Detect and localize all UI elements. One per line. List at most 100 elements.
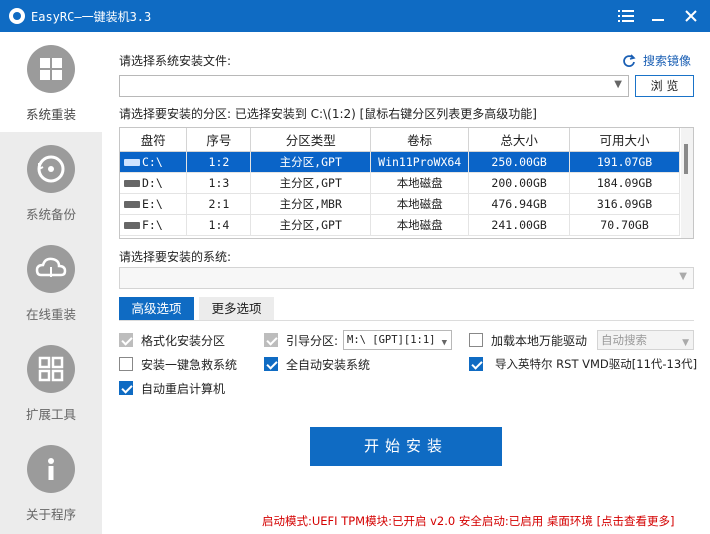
drive-icon (124, 158, 140, 166)
drive-icon (124, 221, 140, 229)
format-partition-checkbox[interactable] (119, 333, 133, 347)
drive-letter: E:\ (142, 196, 163, 211)
volume-label: 本地磁盘 (370, 172, 470, 194)
chevron-down-icon: ▼ (679, 271, 687, 282)
sidebar-item-online-reinstall[interactable]: 在线重装 (0, 232, 102, 332)
sidebar-item-label: 关于程序 (25, 507, 76, 522)
auto-search-value: 自动搜索 (601, 333, 647, 347)
grid-icon (27, 345, 75, 393)
table-row[interactable]: D:\ 1:3 主分区,GPT 本地磁盘 200.00GB 184.09GB (120, 172, 680, 194)
system-label: 请选择要安装的系统: (119, 250, 232, 264)
drive-letter: D:\ (142, 175, 163, 190)
tab-divider (119, 320, 694, 321)
partition-index: 2:1 (186, 193, 252, 215)
status-bar-link[interactable]: 启动模式:UEFI TPM模块:已开启 v2.0 安全启动:已启用 桌面环境 [… (262, 513, 708, 529)
refresh-icon (623, 54, 636, 67)
auto-install-checkbox[interactable] (264, 357, 278, 371)
sidebar: 系统重装 系统备份 在线重装 扩展工具 关于程序 (0, 32, 102, 534)
sidebar-item-label: 系统备份 (25, 207, 76, 222)
drive-icon (124, 200, 140, 208)
boot-partition-value: M:\ [GPT][1:1] (347, 334, 436, 346)
close-icon[interactable] (678, 4, 704, 28)
column-header[interactable]: 盘符 (120, 128, 188, 152)
sidebar-item-system-reinstall[interactable]: 系统重装 (0, 32, 102, 132)
volume-label: Win11ProWX64 (370, 151, 470, 173)
cloud-icon (27, 245, 75, 293)
search-mirror-label: 搜索镜像 (643, 54, 692, 68)
windows-icon (27, 45, 75, 93)
chevron-down-icon: ▼ (682, 338, 689, 348)
rescue-system-checkbox[interactable] (119, 357, 133, 371)
partition-type: 主分区,GPT (250, 214, 372, 236)
minimize-icon[interactable] (645, 4, 671, 28)
free-size: 316.09GB (569, 193, 680, 215)
backup-icon (27, 145, 75, 193)
free-size: 184.09GB (569, 172, 680, 194)
column-header[interactable]: 总大小 (468, 128, 571, 152)
partition-index: 1:2 (186, 151, 252, 173)
free-size: 70.70GB (569, 214, 680, 236)
drive-letter: C:\ (142, 154, 163, 169)
table-row[interactable]: C:\ 1:2 主分区,GPT Win11ProWX64 250.00GB 19… (120, 151, 680, 173)
install-file-select[interactable]: ▼ (119, 75, 629, 97)
free-size: 191.07GB (569, 151, 680, 173)
menu-icon[interactable] (613, 4, 639, 28)
title-bar: EasyRC—一键装机3.3 (0, 0, 710, 32)
partition-table: 盘符 序号 分区类型 卷标 总大小 可用大小 C:\ 1:2 主分区,GPT W… (119, 127, 694, 239)
system-select[interactable]: ▼ (119, 267, 694, 289)
volume-label: 本地磁盘 (370, 214, 470, 236)
partition-label: 请选择要安装的分区: 已选择安装到 C:\(1:2) [鼠标右键分区列表更多高级… (119, 107, 537, 121)
sidebar-item-about[interactable]: 关于程序 (0, 432, 102, 532)
sidebar-item-label: 扩展工具 (25, 407, 76, 422)
auto-install-label: 全自动安装系统 (286, 358, 371, 372)
partition-index: 1:3 (186, 172, 252, 194)
start-install-button[interactable]: 开始安装 (310, 427, 502, 466)
column-header[interactable]: 卷标 (370, 128, 470, 152)
total-size: 476.94GB (468, 193, 571, 215)
tab-advanced-options[interactable]: 高级选项 (119, 297, 194, 321)
total-size: 250.00GB (468, 151, 571, 173)
partition-index: 1:4 (186, 214, 252, 236)
total-size: 200.00GB (468, 172, 571, 194)
sidebar-item-label: 系统重装 (25, 107, 76, 122)
tab-more-options[interactable]: 更多选项 (199, 297, 274, 321)
auto-search-select[interactable]: 自动搜索 ▼ (597, 330, 694, 350)
auto-restart-label: 自动重启计算机 (141, 382, 226, 396)
column-header[interactable]: 分区类型 (250, 128, 372, 152)
table-row[interactable]: F:\ 1:4 主分区,GPT 本地磁盘 241.00GB 70.70GB (120, 214, 680, 236)
volume-label: 本地磁盘 (370, 193, 470, 215)
partition-type: 主分区,GPT (250, 151, 372, 173)
format-partition-label: 格式化安装分区 (141, 334, 226, 348)
rescue-system-label: 安装一键急救系统 (141, 358, 238, 372)
load-driver-label: 加载本地万能驱动 (491, 334, 588, 348)
drive-icon (124, 179, 140, 187)
column-header[interactable]: 序号 (186, 128, 252, 152)
partition-type: 主分区,MBR (250, 193, 372, 215)
chevron-down-icon: ▼ (614, 79, 622, 90)
sidebar-item-system-backup[interactable]: 系统备份 (0, 132, 102, 232)
sidebar-item-label: 在线重装 (25, 307, 76, 322)
auto-restart-checkbox[interactable] (119, 381, 133, 395)
load-driver-checkbox[interactable] (469, 333, 483, 347)
boot-partition-checkbox[interactable] (264, 333, 278, 347)
table-header-row: 盘符 序号 分区类型 卷标 总大小 可用大小 (120, 128, 680, 152)
app-logo-icon (9, 8, 25, 24)
column-header[interactable]: 可用大小 (569, 128, 680, 152)
scrollbar-thumb[interactable] (684, 144, 688, 174)
total-size: 241.00GB (468, 214, 571, 236)
window-title: EasyRC—一键装机3.3 (31, 10, 152, 24)
drive-letter: F:\ (142, 217, 163, 232)
chevron-down-icon: ▼ (441, 338, 447, 348)
install-file-label: 请选择系统安装文件: (119, 54, 232, 68)
import-intel-driver-label: 导入英特尔 RST VMD驱动[11代-13代] (495, 357, 698, 371)
table-scrollbar[interactable] (681, 128, 693, 238)
boot-partition-select[interactable]: M:\ [GPT][1:1] ▼ (343, 330, 452, 350)
boot-partition-label: 引导分区: (286, 334, 339, 348)
search-mirror-button[interactable]: 搜索镜像 (622, 52, 694, 70)
info-icon (27, 445, 75, 493)
partition-type: 主分区,GPT (250, 172, 372, 194)
sidebar-item-extension-tools[interactable]: 扩展工具 (0, 332, 102, 432)
table-row[interactable]: E:\ 2:1 主分区,MBR 本地磁盘 476.94GB 316.09GB (120, 193, 680, 215)
browse-button[interactable]: 浏 览 (635, 75, 694, 97)
import-intel-driver-checkbox[interactable] (469, 357, 483, 371)
